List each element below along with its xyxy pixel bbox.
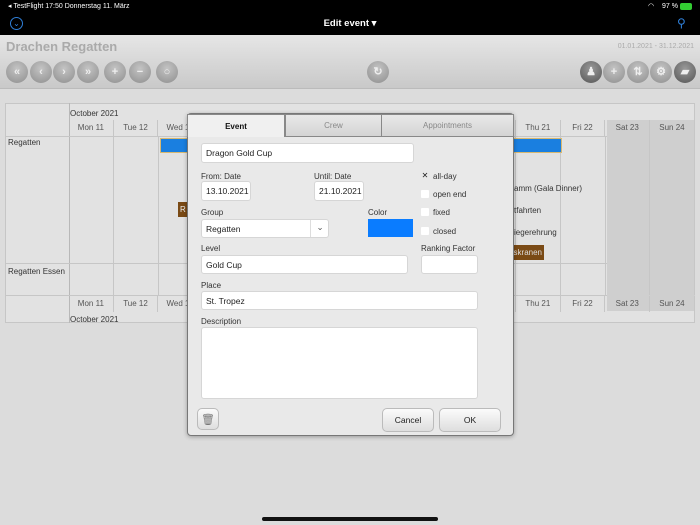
- day-header-top: Sun 24: [650, 120, 695, 136]
- day-header-bottom: Thu 21: [516, 296, 561, 312]
- day-header-bottom: Fri 22: [561, 296, 606, 312]
- first-button[interactable]: «: [6, 61, 28, 83]
- event-fahrten[interactable]: tfahrten: [514, 206, 541, 215]
- group-regatten-essen: Regatten Essen: [8, 267, 65, 276]
- tab-crew[interactable]: Crew: [285, 114, 382, 137]
- battery-level: 97 %: [662, 3, 678, 10]
- battery-icon: [680, 3, 692, 10]
- settings-button[interactable]: ⚙: [650, 61, 672, 83]
- fixed-label: fixed: [433, 208, 450, 217]
- place-input[interactable]: St. Tropez: [201, 291, 478, 310]
- tab-appointments[interactable]: Appointments: [381, 114, 514, 137]
- date-range: 01.01.2021 - 31.12.2021: [617, 43, 694, 50]
- group-value: Regatten: [206, 223, 241, 234]
- ranking-label: Ranking Factor: [421, 244, 476, 253]
- cancel-button[interactable]: Cancel: [382, 408, 434, 432]
- zoom-out-button[interactable]: −: [129, 61, 151, 83]
- color-label: Color: [368, 208, 388, 217]
- status-left: ◂ TestFlight 17:50 Donnerstag 11. März: [8, 3, 130, 10]
- search-icon[interactable]: ⚲: [677, 16, 686, 30]
- group-label: Group: [201, 208, 224, 217]
- until-date-input[interactable]: 21.10.2021: [314, 181, 364, 201]
- from-date-input[interactable]: 13.10.2021: [201, 181, 251, 201]
- wifi-icon: ◠: [648, 3, 655, 10]
- day-header-bottom: Mon 11: [69, 296, 114, 312]
- day-header-top: Fri 22: [561, 120, 606, 136]
- day-header-top: Sat 23: [605, 120, 651, 136]
- level-label: Level: [201, 244, 221, 253]
- ok-button[interactable]: OK: [439, 408, 501, 432]
- closed-label: closed: [433, 227, 457, 236]
- all-day-label: all-day: [433, 172, 457, 181]
- day-header-bottom: Sat 23: [605, 296, 651, 312]
- day-column-line: [157, 136, 159, 295]
- delete-button[interactable]: 🗑: [197, 408, 219, 430]
- day-header-top: Mon 11: [69, 120, 114, 136]
- description-textarea[interactable]: [201, 327, 478, 399]
- day-column-line: [560, 136, 561, 295]
- day-column-line: [113, 136, 114, 295]
- place-label: Place: [201, 281, 222, 290]
- zoom-reset-button[interactable]: ○: [156, 61, 178, 83]
- day-header-top: Tue 12: [114, 120, 159, 136]
- trash-icon: 🗑: [201, 413, 215, 426]
- month-label-top: October 2021: [70, 109, 119, 118]
- event-name-input[interactable]: Dragon Gold Cup: [201, 143, 414, 163]
- from-label: From: Date: [201, 172, 242, 181]
- add-button[interactable]: +: [603, 61, 625, 83]
- all-day-checkbox[interactable]: ✕: [421, 172, 429, 180]
- until-label: Until: Date: [314, 172, 352, 181]
- home-indicator: [262, 517, 438, 521]
- description-label: Description: [201, 317, 242, 326]
- month-label-bottom: October 2021: [70, 315, 119, 324]
- day-column-line: [604, 136, 606, 295]
- day-header-top: Thu 21: [516, 120, 561, 136]
- level-input[interactable]: Gold Cup: [201, 255, 408, 274]
- user-button[interactable]: ♟: [580, 61, 602, 83]
- group-regatten: Regatten: [8, 138, 41, 147]
- group-select[interactable]: Regatten ⌄: [201, 219, 329, 238]
- weekend-shade: [607, 120, 695, 311]
- open-end-checkbox[interactable]: [421, 190, 429, 198]
- closed-checkbox[interactable]: [421, 227, 429, 235]
- chevron-down-icon[interactable]: ⌄: [310, 220, 329, 237]
- folder-button[interactable]: ▰: [674, 61, 696, 83]
- day-column-line: [694, 136, 696, 295]
- prev-button[interactable]: ‹: [30, 61, 52, 83]
- tab-event[interactable]: Event: [187, 114, 285, 137]
- fixed-checkbox[interactable]: [421, 208, 429, 216]
- event-gala[interactable]: amm (Gala Dinner): [514, 184, 582, 193]
- nav-title[interactable]: Edit event ▾: [0, 18, 700, 29]
- last-button[interactable]: »: [77, 61, 99, 83]
- day-column-line: [649, 136, 651, 295]
- zoom-in-button[interactable]: +: [104, 61, 126, 83]
- sort-button[interactable]: ⇅: [627, 61, 649, 83]
- ranking-input[interactable]: [421, 255, 478, 274]
- open-end-label: open end: [433, 190, 467, 199]
- status-bar: ◂ TestFlight 17:50 Donnerstag 11. März ◠…: [0, 0, 700, 13]
- nav-bar: ⌄ Edit event ▾ ⚲: [0, 13, 700, 36]
- page-title: Drachen Regatten: [6, 39, 118, 54]
- day-header-bottom: Sun 24: [650, 296, 695, 312]
- day-header-bottom: Tue 12: [114, 296, 159, 312]
- refresh-button[interactable]: ↻: [367, 61, 389, 83]
- event-ehrung[interactable]: iegerehrung: [514, 228, 557, 237]
- day-column-line: [515, 136, 517, 295]
- next-button[interactable]: ›: [53, 61, 75, 83]
- color-swatch[interactable]: [368, 219, 413, 237]
